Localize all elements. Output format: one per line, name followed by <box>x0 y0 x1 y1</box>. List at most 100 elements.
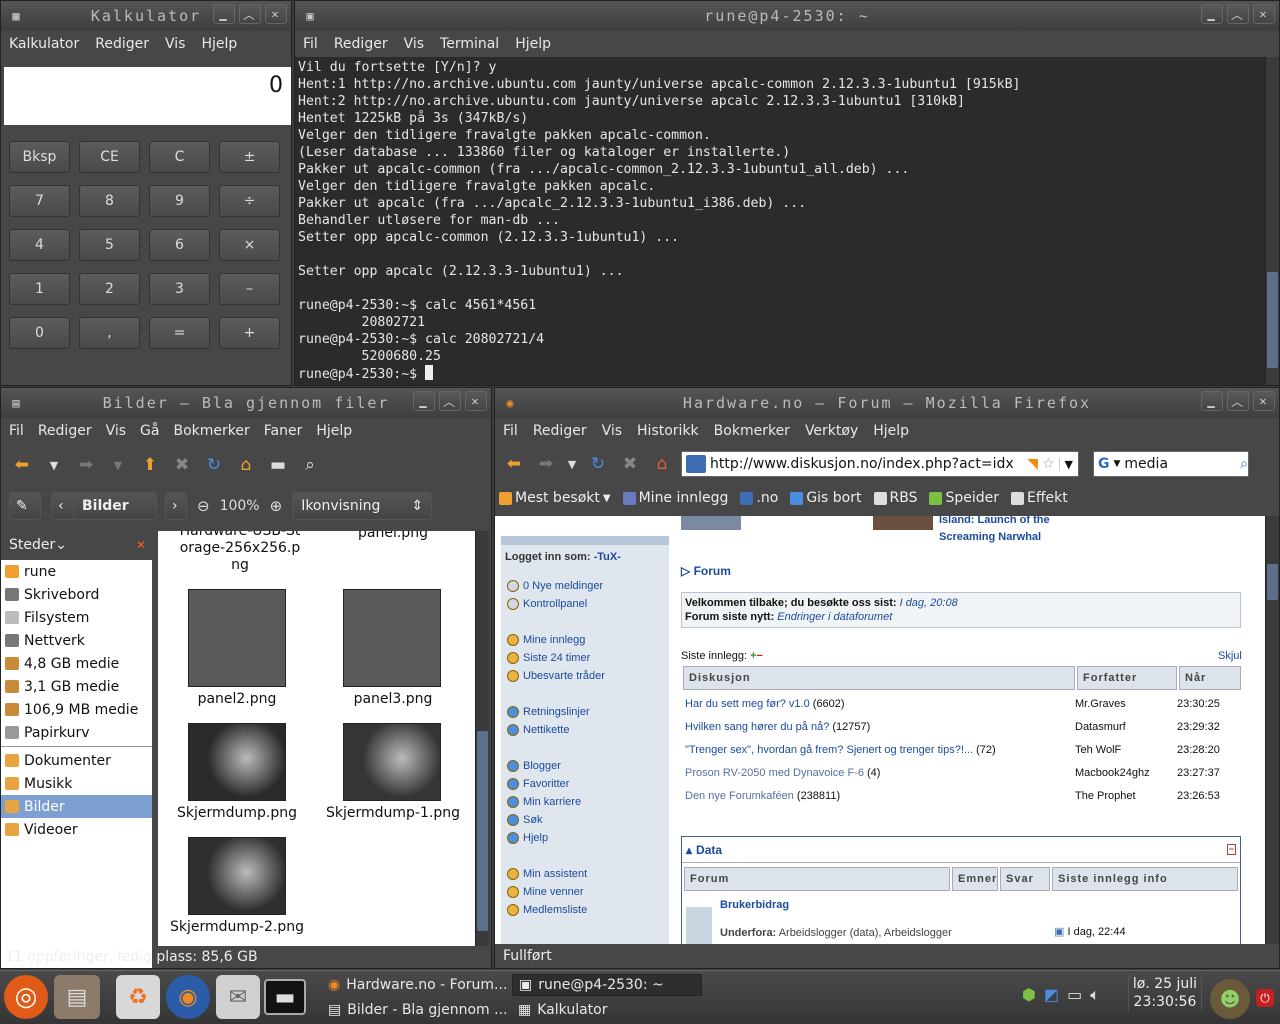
bookmark-star-icon[interactable]: ☆ <box>1042 456 1055 472</box>
user-panel-link[interactable]: Søk <box>501 811 669 829</box>
network-icon[interactable]: ⬢ <box>1022 985 1036 1005</box>
minimize-button[interactable]: ▁ <box>1201 391 1223 411</box>
menu-vis[interactable]: Vis <box>106 423 126 439</box>
search-icon[interactable]: ⌕ <box>1240 456 1248 472</box>
sidebar-item-bookmark[interactable]: Musikk <box>1 772 152 795</box>
stop-icon[interactable]: ✖ <box>169 452 195 478</box>
reload-icon[interactable]: ↻ <box>201 452 227 478</box>
path-button-bilder[interactable]: Bilder <box>73 492 157 520</box>
update-icon[interactable]: ◩ <box>1044 985 1059 1005</box>
menu-fil[interactable]: Fil <box>303 36 318 52</box>
key-minus-button[interactable]: – <box>219 273 280 305</box>
sidebar-header[interactable]: Steder⌄ ✕ <box>1 531 152 559</box>
sidebar-item-place[interactable]: Nettverk <box>1 629 152 652</box>
firefox-titlebar[interactable]: ◉ Hardware.no — Forum — Mozilla Firefox … <box>495 388 1279 418</box>
file-thumbnail[interactable] <box>343 589 441 687</box>
key-eight-button[interactable]: 8 <box>79 185 140 217</box>
file-icon-view[interactable]: Hardware-USB-Storage-256x256.png panel.pn… <box>158 531 476 946</box>
author-cell[interactable]: The Prophet <box>1075 784 1136 807</box>
menu-vis[interactable]: Vis <box>602 423 622 439</box>
user-panel-link[interactable]: Kontrollpanel <box>501 595 669 613</box>
page-scrollbar[interactable] <box>1265 516 1279 944</box>
key-four-button[interactable]: 4 <box>9 229 70 261</box>
view-mode-select[interactable]: Ikonvisning ⇕ <box>292 492 433 520</box>
author-cell[interactable]: Macbook24ghz <box>1075 761 1150 784</box>
forum-name-link[interactable]: Brukerbidrag <box>720 899 789 911</box>
user-panel-link[interactable]: Favoritter <box>501 775 669 793</box>
user-panel-link[interactable]: Min assistent <box>501 865 669 883</box>
key-multiply-button[interactable]: × <box>219 229 280 261</box>
zoom-out-icon[interactable]: ⊖ <box>197 497 210 515</box>
user-panel-link[interactable]: Nettikette <box>501 721 669 739</box>
key-five-button[interactable]: 5 <box>79 229 140 261</box>
menu-terminal[interactable]: Terminal <box>440 36 499 52</box>
url-dropdown-icon[interactable]: ▼ <box>1058 457 1078 471</box>
task-filemanager[interactable]: ▤ Bilder - Bla gjennom ... <box>322 999 508 1021</box>
search-engine-dropdown-icon[interactable]: ▼ <box>1114 459 1121 469</box>
scrollbar-thumb[interactable] <box>1267 564 1278 600</box>
rss-icon[interactable]: ◥ <box>1027 456 1038 472</box>
menu-ga[interactable]: Gå <box>140 423 159 439</box>
menu-hjelp[interactable]: Hjelp <box>515 36 551 52</box>
task-firefox[interactable]: ◉ Hardware.no - Forum... <box>322 974 508 996</box>
bookmark-item[interactable]: Gis bort <box>790 490 862 506</box>
key-backspace-button[interactable]: Bksp <box>9 141 70 173</box>
terminal-scrollbar[interactable] <box>1265 57 1279 385</box>
close-button[interactable]: ✕ <box>265 4 287 24</box>
hard-drive-icon[interactable]: ▤ <box>54 975 100 1019</box>
key-divide-button[interactable]: ÷ <box>219 185 280 217</box>
menu-faner[interactable]: Faner <box>264 423 303 439</box>
file-thumbnail[interactable] <box>188 837 286 915</box>
topic-link[interactable]: Proson RV-2050 med Dynavoice F-6 <box>685 767 864 779</box>
forward-arrow-icon[interactable]: ➡ <box>533 451 559 477</box>
path-back-button[interactable]: ‹ <box>51 492 75 520</box>
close-sidebar-icon[interactable]: ✕ <box>136 538 146 552</box>
menu-hjelp[interactable]: Hjelp <box>873 423 909 439</box>
forum-heading[interactable]: ▷ Forum <box>681 564 731 578</box>
menu-rediger[interactable]: Rediger <box>533 423 587 439</box>
zoom-in-icon[interactable]: ⊕ <box>270 497 283 515</box>
menu-rediger[interactable]: Rediger <box>334 36 388 52</box>
user-panel-link[interactable]: Blogger <box>501 757 669 775</box>
ubuntu-menu-icon[interactable]: ◎ <box>4 975 48 1019</box>
calculator-titlebar[interactable]: ▦ Kalkulator ▁ ︿ ✕ <box>1 1 291 31</box>
username-link[interactable]: -TuX- <box>594 551 621 563</box>
bookmark-item[interactable]: Speider <box>929 490 999 506</box>
forward-arrow-icon[interactable]: ➡ <box>73 452 99 478</box>
table-row[interactable]: Hvilken sang hører du på nå? (12757) <box>685 715 1075 738</box>
sidebar-item-place[interactable]: 106,9 MB medie <box>1 698 152 721</box>
file-name[interactable]: Skjermdump-2.png <box>162 919 312 935</box>
close-button[interactable]: ✕ <box>465 391 487 411</box>
bookmark-item[interactable]: RBS <box>873 490 917 506</box>
maximize-button[interactable]: ︿ <box>239 4 261 24</box>
maximize-button[interactable]: ︿ <box>439 391 461 411</box>
menu-historikk[interactable]: Historikk <box>637 423 699 439</box>
table-row[interactable]: Proson RV-2050 med Dynavoice F-6 (4) <box>685 761 1075 784</box>
url-bar[interactable]: http://www.diskusjon.no/index.php?act=id… <box>681 451 1079 477</box>
bookmark-item[interactable]: .no <box>740 490 778 506</box>
file-name[interactable]: panel.png <box>318 531 468 541</box>
sidebar-item-bookmark[interactable]: Videoer <box>1 818 152 841</box>
home-icon[interactable]: ⌂ <box>649 451 675 477</box>
google-icon[interactable]: G <box>1098 456 1110 472</box>
chevron-down-icon[interactable]: ▼ <box>41 452 67 478</box>
display-icon[interactable]: ▭ <box>1067 985 1082 1005</box>
menu-hjelp[interactable]: Hjelp <box>201 36 237 52</box>
bookmark-item[interactable]: Effekt <box>1011 490 1068 506</box>
menu-kalkulator[interactable]: Kalkulator <box>9 36 79 52</box>
terminal-output[interactable]: Vil du fortsette [Y/n]? y Hent:1 http://n… <box>295 57 1265 385</box>
maximize-button[interactable]: ︿ <box>1227 4 1249 24</box>
bookmark-item[interactable]: Mest besøkt ▼ <box>499 490 611 506</box>
menu-fil[interactable]: Fil <box>9 423 24 439</box>
terminal-launcher-icon[interactable]: ▬ <box>264 979 306 1015</box>
file-name[interactable]: Hardware-USB-Storage-256x256.png <box>162 531 318 574</box>
task-calculator[interactable]: ▦ Kalkulator <box>512 999 702 1021</box>
key-decimal-button[interactable]: , <box>79 317 140 349</box>
table-row[interactable]: Den nye Forumkaféen (238811) <box>685 784 1075 807</box>
web-page[interactable]: Island: Launch of the Screaming Narwhal L… <box>495 516 1265 944</box>
collapse-category-icon[interactable]: − <box>1226 844 1236 855</box>
menu-bokmerker[interactable]: Bokmerker <box>173 423 249 439</box>
scrollbar-thumb[interactable] <box>477 731 488 931</box>
key-nine-button[interactable]: 9 <box>149 185 210 217</box>
volume-icon[interactable]: 🔈︎ <box>1090 985 1100 1005</box>
